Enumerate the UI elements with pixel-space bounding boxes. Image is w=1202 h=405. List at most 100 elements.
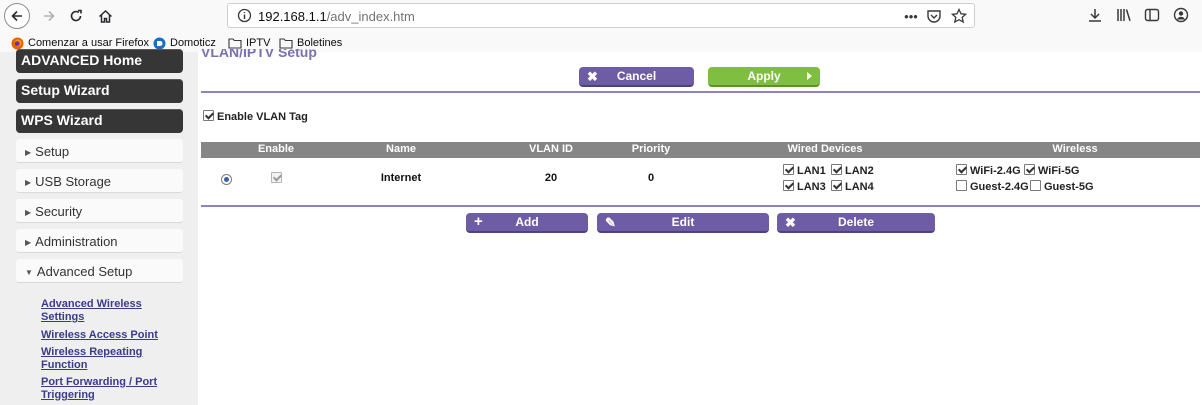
sidebar-icon (1144, 8, 1160, 22)
guest-5g-label: Guest-5G (1044, 181, 1094, 193)
folder-icon (228, 38, 242, 49)
bookmark-label: Boletines (297, 37, 343, 49)
library-icon (1116, 9, 1131, 22)
enable-vlan-tag-checkbox[interactable] (203, 110, 214, 121)
page-actions-icon[interactable]: ••• (902, 7, 920, 25)
cancel-label: Cancel (616, 69, 657, 83)
column-header-name: Name (386, 143, 416, 155)
divider (201, 91, 1200, 93)
sublink-line: Triggering (41, 389, 95, 401)
page-actions-label: ••• (904, 8, 918, 24)
row-name: Internet (380, 172, 422, 184)
sidebar-button[interactable] (1141, 4, 1163, 26)
menu-wps-wizard[interactable]: WPS Wizard (16, 109, 183, 133)
domoticz-icon (153, 37, 166, 49)
firefox-icon (11, 37, 24, 49)
url-bar[interactable]: 192.168.1.1/adv_index.htm ••• (227, 3, 975, 28)
reload-icon (70, 9, 82, 22)
arrow-right-icon (44, 10, 55, 22)
menu-section-label: USB Storage (35, 174, 112, 189)
sublink-line: Settings (41, 311, 85, 323)
add-label: Add (515, 215, 539, 229)
sublink-wireless-access-point[interactable]: Wireless Access Point (41, 329, 181, 342)
enable-vlan-tag-label: Enable VLAN Tag (217, 111, 308, 123)
url-host: 192.168.1.1 (258, 9, 327, 24)
guest-5g-checkbox[interactable] (1030, 180, 1041, 191)
bookmark-label: IPTV (246, 37, 271, 49)
lan1-checkbox[interactable] (783, 164, 794, 175)
lan2-checkbox[interactable] (831, 164, 842, 175)
library-button[interactable] (1113, 4, 1135, 26)
forward-button[interactable] (36, 3, 62, 29)
browser-chrome: 192.168.1.1/adv_index.htm ••• Comenzar a… (0, 0, 1202, 52)
menu-section-label: Security (35, 204, 83, 219)
lan1-label: LAN1 (797, 165, 826, 177)
wifi-24g-label: WiFi-2.4G (970, 165, 1021, 177)
row-priority: 0 (647, 172, 655, 184)
apply-label: Apply (747, 69, 781, 83)
back-button[interactable] (4, 3, 30, 29)
arrow-right-icon (807, 72, 812, 80)
triangle-right-icon: ▶ (25, 238, 32, 247)
sublink-port-forwarding-triggering[interactable]: Port Forwarding / Port Triggering (41, 376, 181, 402)
triangle-right-icon: ▶ (25, 148, 32, 157)
lan3-label: LAN3 (797, 181, 826, 193)
divider (201, 205, 1200, 207)
menu-advanced-home[interactable]: ADVANCED Home (16, 49, 183, 73)
arrow-left-icon (11, 10, 22, 22)
home-button[interactable] (92, 3, 118, 29)
account-icon (1173, 7, 1189, 23)
edit-button[interactable]: ✎ Edit (597, 213, 769, 233)
cancel-button[interactable]: ✖ Cancel (579, 67, 694, 87)
edit-label: Edit (671, 215, 695, 229)
sublink-line: Function (41, 359, 88, 371)
column-header-wireless: Wireless (1052, 143, 1098, 155)
downloads-button[interactable] (1084, 4, 1106, 26)
wifi-24g-checkbox[interactable] (956, 164, 967, 175)
bookmark-label: Domoticz (170, 37, 216, 49)
sublink-line: Advanced Wireless (41, 298, 142, 310)
triangle-right-icon: ▶ (25, 208, 32, 217)
column-header-wired-devices: Wired Devices (787, 143, 863, 155)
triangle-right-icon: ▶ (25, 178, 32, 187)
menu-section-label: Administration (35, 234, 118, 249)
reload-button[interactable] (63, 3, 89, 29)
download-icon (1089, 9, 1101, 22)
menu-section-setup[interactable]: ▶ Setup (16, 139, 183, 163)
guest-24g-checkbox[interactable] (956, 180, 967, 191)
delete-button[interactable]: ✖ Delete (777, 213, 935, 233)
row-select-radio[interactable] (221, 174, 232, 185)
folder-icon (279, 38, 293, 49)
url-text[interactable]: 192.168.1.1/adv_index.htm (258, 9, 415, 24)
wifi-5g-checkbox[interactable] (1024, 164, 1035, 175)
lan4-label: LAN4 (845, 181, 874, 193)
lan4-checkbox[interactable] (831, 180, 842, 191)
menu-setup-wizard[interactable]: Setup Wizard (16, 79, 183, 103)
row-enable-checkbox (271, 172, 282, 183)
wifi-5g-label: WiFi-5G (1038, 165, 1080, 177)
menu-section-usb-storage[interactable]: ▶ USB Storage (16, 169, 183, 193)
column-header-priority: Priority (631, 143, 671, 155)
vlan-table-header: Enable Name VLAN ID Priority Wired Devic… (201, 142, 1200, 158)
menu-section-label: Advanced Setup (36, 264, 133, 279)
lan3-checkbox[interactable] (783, 180, 794, 191)
bookmark-label: Comenzar a usar Firefox (28, 37, 150, 49)
sublink-advanced-wireless-settings[interactable]: Advanced Wireless Settings (41, 298, 181, 324)
page-title: VLAN/IPTV Setup (201, 49, 317, 63)
menu-section-security[interactable]: ▶ Security (16, 199, 183, 223)
apply-button[interactable]: Apply (708, 67, 820, 87)
bookmark-star-icon[interactable] (950, 7, 968, 25)
account-button[interactable] (1170, 4, 1192, 26)
sublink-line: Wireless Repeating (41, 346, 143, 358)
menu-section-advanced-setup[interactable]: ▼ Advanced Setup (16, 259, 183, 283)
url-path: /adv_index.htm (326, 9, 415, 24)
add-button[interactable]: + Add (466, 213, 588, 233)
column-header-vlan-id: VLAN ID (529, 143, 573, 155)
home-icon (98, 9, 112, 23)
pocket-icon[interactable] (925, 7, 943, 25)
page-title-text: VLAN/IPTV Setup (201, 49, 317, 60)
info-icon[interactable] (237, 8, 252, 23)
router-left-menu: ADVANCED Home Setup Wizard WPS Wizard ▶ S… (0, 49, 198, 405)
sublink-wireless-repeating-function[interactable]: Wireless Repeating Function (41, 346, 181, 372)
menu-section-administration[interactable]: ▶ Administration (16, 229, 183, 253)
